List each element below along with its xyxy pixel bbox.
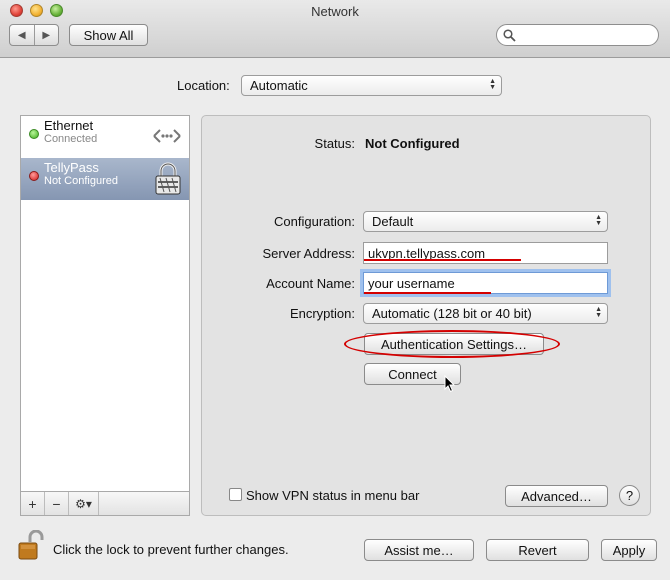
server-address-label: Server Address: — [262, 246, 356, 261]
lock-icon[interactable] — [18, 530, 44, 562]
search-field[interactable] — [496, 24, 659, 46]
show-vpn-status-checkbox[interactable] — [229, 488, 242, 501]
service-status: Not Configured — [44, 175, 118, 187]
service-name: TellyPass — [44, 160, 99, 175]
show-vpn-status-label: Show VPN status in menu bar — [246, 488, 420, 503]
status-green-icon — [29, 129, 39, 139]
configuration-value: Default — [372, 214, 414, 229]
status-label: Status: — [314, 136, 355, 151]
status-value: Not Configured — [365, 136, 460, 151]
configuration-popup[interactable]: Default ▲ ▼ — [363, 211, 608, 232]
encryption-label: Encryption: — [289, 306, 355, 321]
account-name-label: Account Name: — [266, 276, 355, 291]
status-red-icon — [29, 171, 39, 181]
lock-message: Click the lock to prevent further change… — [53, 542, 289, 557]
encryption-value: Automatic (128 bit or 40 bit) — [372, 306, 532, 321]
service-status: Connected — [44, 133, 98, 145]
annotation-underline — [364, 259, 521, 261]
assist-me-button[interactable]: Assist me… — [364, 539, 474, 561]
help-button[interactable]: ? — [619, 485, 640, 506]
service-name: Ethernet — [44, 118, 94, 133]
location-label: Location: — [177, 78, 230, 93]
advanced-button[interactable]: Advanced… — [505, 485, 608, 507]
encryption-popup[interactable]: Automatic (128 bit or 40 bit) ▲ ▼ — [363, 303, 608, 324]
back-arrow-icon[interactable]: ◀ — [10, 25, 35, 45]
remove-service-button[interactable]: − — [45, 492, 69, 515]
configuration-label: Configuration: — [274, 214, 355, 229]
search-icon — [503, 29, 516, 42]
popup-arrows-icon: ▲ ▼ — [595, 214, 602, 227]
service-list-toolbar: + − ⚙▾ — [20, 492, 190, 516]
revert-button[interactable]: Revert — [486, 539, 589, 561]
location-popup[interactable]: Automatic ▲ ▼ — [241, 75, 502, 96]
show-all-button[interactable]: Show All — [69, 24, 148, 46]
gear-icon[interactable]: ⚙▾ — [69, 492, 99, 515]
add-service-button[interactable]: + — [21, 492, 45, 515]
vpn-lock-icon — [155, 162, 181, 195]
location-value: Automatic — [250, 78, 308, 93]
annotation-underline — [364, 292, 491, 294]
back-forward-control: ◀ ▶ — [9, 24, 59, 46]
forward-arrow-icon[interactable]: ▶ — [35, 25, 59, 45]
account-name-field[interactable]: your username — [363, 272, 608, 294]
service-list: Ethernet Connected TellyPass Not Configu… — [20, 115, 190, 492]
service-item-tellypass[interactable]: TellyPass Not Configured — [21, 158, 189, 200]
mouse-pointer-icon — [444, 375, 456, 393]
title-toolbar: Network ◀ ▶ Show All — [0, 0, 670, 58]
annotation-circle — [344, 330, 560, 358]
apply-button[interactable]: Apply — [601, 539, 657, 561]
network-preferences-window: Network ◀ ▶ Show All Location: Automatic… — [0, 0, 670, 580]
window-title: Network — [311, 4, 359, 19]
popup-arrows-icon: ▲ ▼ — [489, 78, 496, 91]
popup-arrows-icon: ▲ ▼ — [595, 306, 602, 319]
